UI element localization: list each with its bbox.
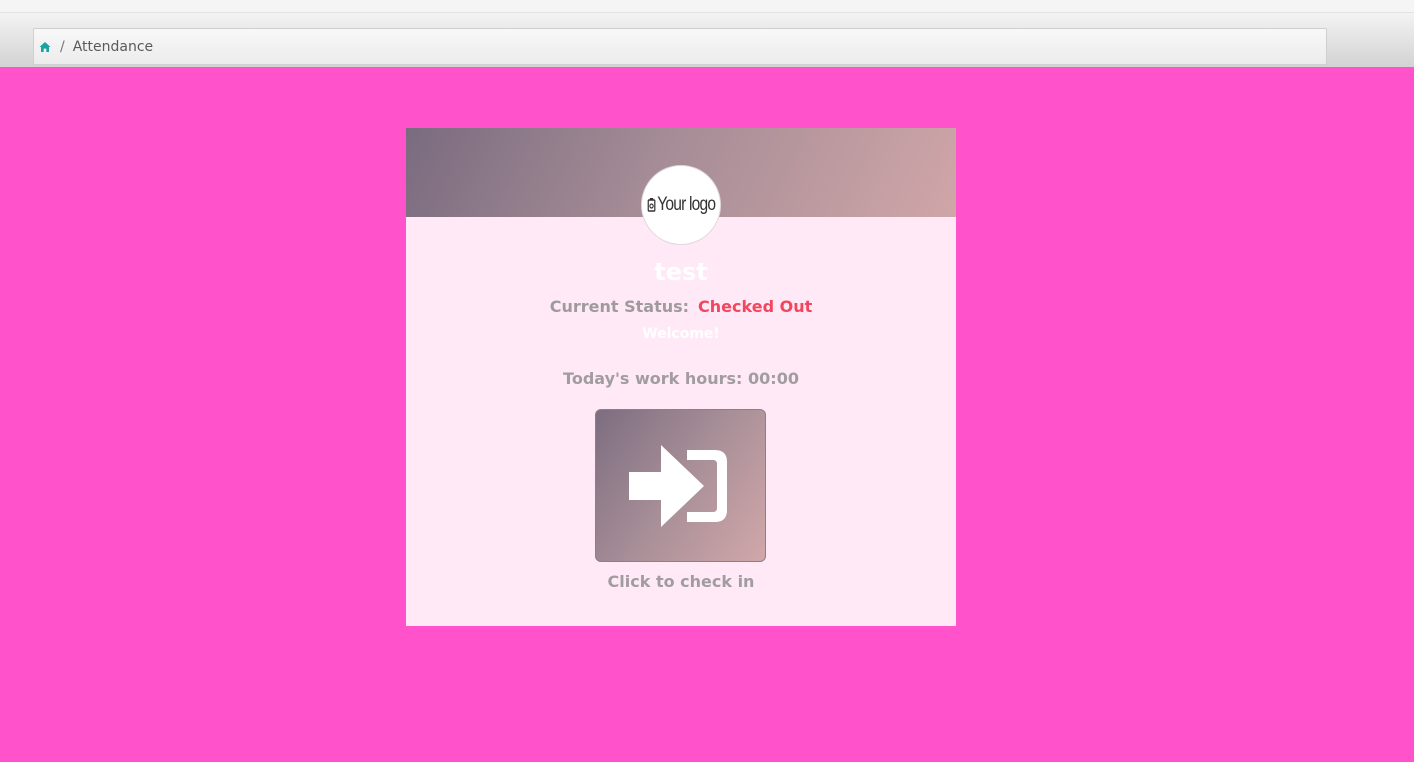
top-navbar bbox=[0, 0, 1414, 13]
breadcrumb: / Attendance bbox=[33, 28, 1327, 65]
work-hours: Today's work hours: 00:00 bbox=[563, 369, 799, 388]
attendance-card: Your logo test Current Status: Checked Ou… bbox=[406, 128, 956, 626]
current-status: Current Status: Checked Out bbox=[406, 297, 956, 316]
status-label: Current Status: bbox=[549, 297, 690, 316]
breadcrumb-current: Attendance bbox=[72, 38, 154, 55]
employee-name: test bbox=[654, 258, 708, 286]
status-value: Checked Out bbox=[698, 297, 813, 316]
company-logo: Your logo bbox=[641, 165, 721, 245]
camera-icon bbox=[647, 198, 656, 212]
logo-text: Your logo bbox=[656, 194, 716, 215]
home-icon[interactable] bbox=[39, 41, 51, 53]
welcome-message: Welcome! bbox=[642, 326, 720, 342]
attendance-content: Your logo test Current Status: Checked Ou… bbox=[0, 67, 1414, 762]
check-in-button[interactable] bbox=[595, 409, 766, 562]
sign-in-icon bbox=[628, 444, 727, 527]
breadcrumb-separator: / bbox=[60, 38, 65, 55]
check-in-label: Click to check in bbox=[607, 572, 755, 591]
